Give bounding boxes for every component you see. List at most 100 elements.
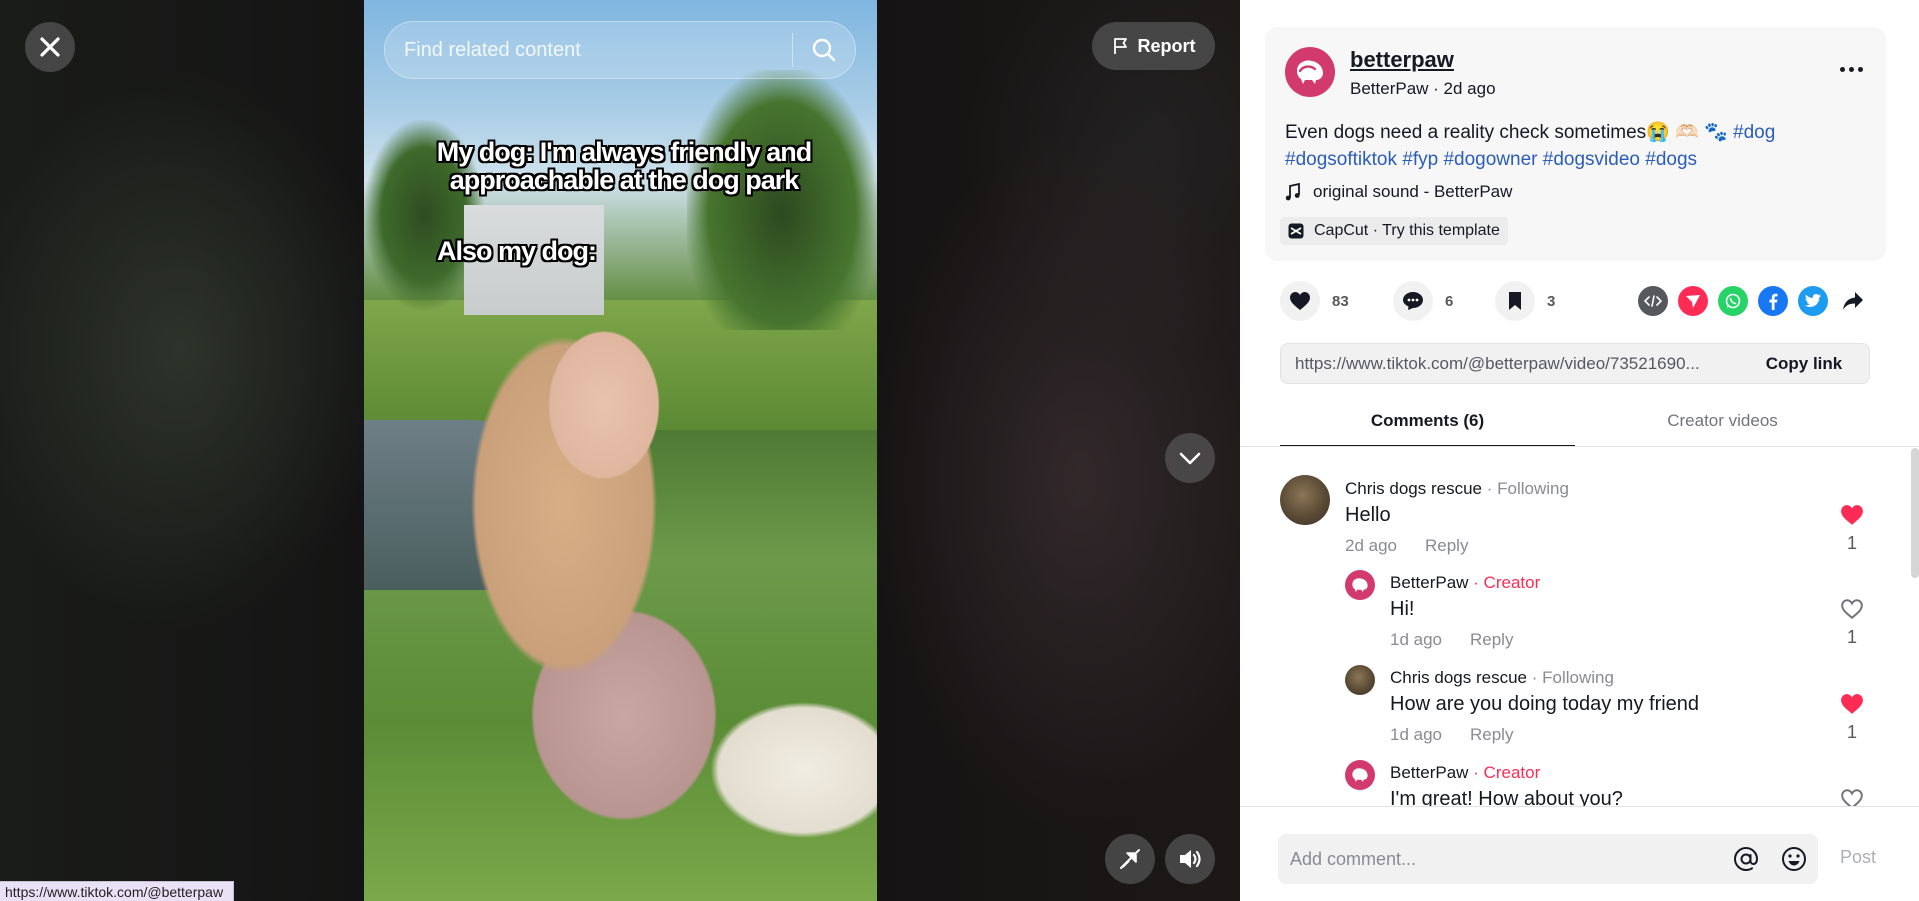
heart-outline-icon <box>1841 599 1863 619</box>
comment-like-count: 1 <box>1846 533 1857 553</box>
commenter-name[interactable]: Chris dogs rescue · Following <box>1345 479 1569 499</box>
reply-item: Chris dogs rescue · Following How are yo… <box>1240 665 1919 760</box>
tab-creator-videos[interactable]: Creator videos <box>1575 400 1870 447</box>
comment-button[interactable]: 6 <box>1393 281 1453 321</box>
betterpaw-logo-icon <box>1297 60 1323 84</box>
next-video-button[interactable] <box>1165 433 1215 483</box>
comment-like-button[interactable]: 1 <box>1837 598 1867 648</box>
volume-icon <box>1180 850 1201 868</box>
heart-filled-icon <box>1841 694 1863 714</box>
sound-link[interactable]: original sound - BetterPaw <box>1285 182 1512 202</box>
report-button[interactable]: Report <box>1092 22 1215 70</box>
flag-icon <box>1113 38 1127 54</box>
music-note-icon <box>1285 183 1300 201</box>
post-description-card: betterpaw BetterPaw · 2d ago Even dogs n… <box>1265 27 1886 261</box>
comment-footer: 2d ago Reply <box>1345 536 1468 556</box>
commenter-name-text: Chris dogs rescue <box>1345 479 1483 498</box>
comment-like-button[interactable]: 1 <box>1837 693 1867 743</box>
emoji-button[interactable] <box>1770 834 1818 884</box>
like-count: 83 <box>1332 292 1349 310</box>
share-facebook-button[interactable] <box>1758 286 1788 316</box>
comment-text: Hi! <box>1390 598 1415 620</box>
comment-time: 1d ago <box>1390 725 1442 744</box>
status-bar-url: https://www.tiktok.com/@betterpaw <box>0 881 235 901</box>
close-button[interactable] <box>25 22 75 72</box>
volume-button[interactable] <box>1165 834 1215 884</box>
share-whatsapp-button[interactable] <box>1718 286 1748 316</box>
capcut-template-link[interactable]: CapCut · Try this template <box>1280 217 1508 245</box>
commenter-name[interactable]: BetterPaw · Creator <box>1390 763 1540 783</box>
comment-text: I'm great! How about you? <box>1390 788 1623 806</box>
more-options-button[interactable] <box>1833 57 1869 81</box>
creator-badge: · Creator <box>1468 763 1541 782</box>
comment-like-button[interactable]: 1 <box>1837 504 1867 554</box>
commenter-name[interactable]: BetterPaw · Creator <box>1390 573 1540 593</box>
sound-name: original sound - BetterPaw <box>1313 182 1513 201</box>
embed-button[interactable] <box>1638 286 1668 316</box>
reply-button[interactable]: Reply <box>1470 630 1513 650</box>
reply-button[interactable]: Reply <box>1470 725 1513 745</box>
commenter-name-text: BetterPaw <box>1390 573 1469 592</box>
embed-icon <box>1644 295 1662 307</box>
creator-badge: · Creator <box>1468 573 1541 592</box>
hashtag-link[interactable]: #fyp <box>1402 149 1438 170</box>
search-button[interactable] <box>793 22 855 78</box>
comment-icon <box>1403 292 1423 310</box>
reply-button[interactable]: Reply <box>1425 536 1468 556</box>
at-sign-icon <box>1733 846 1759 872</box>
commenter-name[interactable]: Chris dogs rescue · Following <box>1390 668 1614 688</box>
facebook-icon <box>1769 293 1778 310</box>
comment-text: How are you doing today my friend <box>1390 693 1700 715</box>
share-more-button[interactable] <box>1838 286 1868 316</box>
commenter-avatar[interactable] <box>1345 665 1375 695</box>
more-dot-icon <box>1839 66 1845 72</box>
tab-comments[interactable]: Comments (6) <box>1280 400 1575 447</box>
author-subtitle: BetterPaw · 2d ago <box>1350 79 1496 98</box>
video-player[interactable]: My dog: I'm always friendly and approach… <box>364 0 877 901</box>
author-avatar[interactable] <box>1285 47 1335 97</box>
send-icon <box>1686 295 1700 308</box>
heart-filled-icon <box>1841 505 1863 525</box>
side-panel: betterpaw BetterPaw · 2d ago Even dogs n… <box>1240 0 1919 901</box>
commenter-avatar[interactable] <box>1345 760 1375 790</box>
hashtag-link[interactable]: #dogsvideo <box>1543 149 1640 170</box>
comment-count: 6 <box>1445 292 1454 310</box>
commenter-meta: · Following <box>1482 479 1569 498</box>
hashtag-link[interactable]: #dog <box>1733 122 1775 143</box>
author-handle-link[interactable]: betterpaw <box>1350 47 1454 73</box>
comment-like-button[interactable] <box>1837 788 1867 806</box>
floating-player-button[interactable] <box>1105 834 1155 884</box>
tabs-divider <box>1240 446 1919 447</box>
post-button[interactable]: Post <box>1840 847 1876 868</box>
hashtag-link[interactable]: #dogowner <box>1443 149 1537 170</box>
bookmark-icon <box>1509 292 1521 310</box>
hashtag-link[interactable]: #dogsoftiktok <box>1285 149 1397 170</box>
send-to-friends-button[interactable] <box>1678 286 1708 316</box>
commenter-avatar[interactable] <box>1280 475 1330 525</box>
video-caption-bottom: Also my dog: <box>437 236 597 266</box>
related-search-input[interactable] <box>385 22 792 78</box>
twitter-icon <box>1805 294 1821 307</box>
share-twitter-button[interactable] <box>1798 286 1828 316</box>
hashtag-link[interactable]: #dogs <box>1645 149 1697 170</box>
comments-scrollbar[interactable] <box>1911 448 1919 578</box>
commenter-avatar[interactable] <box>1345 570 1375 600</box>
mention-button[interactable] <box>1722 834 1770 884</box>
like-button[interactable]: 83 <box>1280 281 1349 321</box>
post-description: Even dogs need a reality check sometimes… <box>1285 119 1865 173</box>
chevron-down-icon <box>1179 452 1201 465</box>
commenter-name-text: Chris dogs rescue <box>1390 668 1528 687</box>
video-link-text[interactable]: https://www.tiktok.com/@betterpaw/video/… <box>1281 354 1739 374</box>
comment-composer: Post <box>1240 806 1919 901</box>
copy-link-button[interactable]: Copy link <box>1739 354 1869 374</box>
person-image <box>404 245 734 825</box>
whatsapp-icon <box>1725 293 1741 309</box>
emoji-icon <box>1782 847 1806 871</box>
comment-list: Chris dogs rescue · Following Hello 2d a… <box>1240 448 1919 806</box>
comment-footer: 1d ago Reply <box>1390 630 1513 650</box>
reply-item: BetterPaw · Creator Hi! 1d ago Reply 1 <box>1240 570 1919 665</box>
panel-tabs: Comments (6) Creator videos <box>1280 400 1870 447</box>
comment-time: 2d ago <box>1345 536 1397 555</box>
comment-input[interactable] <box>1278 848 1722 870</box>
favorite-button[interactable]: 3 <box>1495 281 1555 321</box>
